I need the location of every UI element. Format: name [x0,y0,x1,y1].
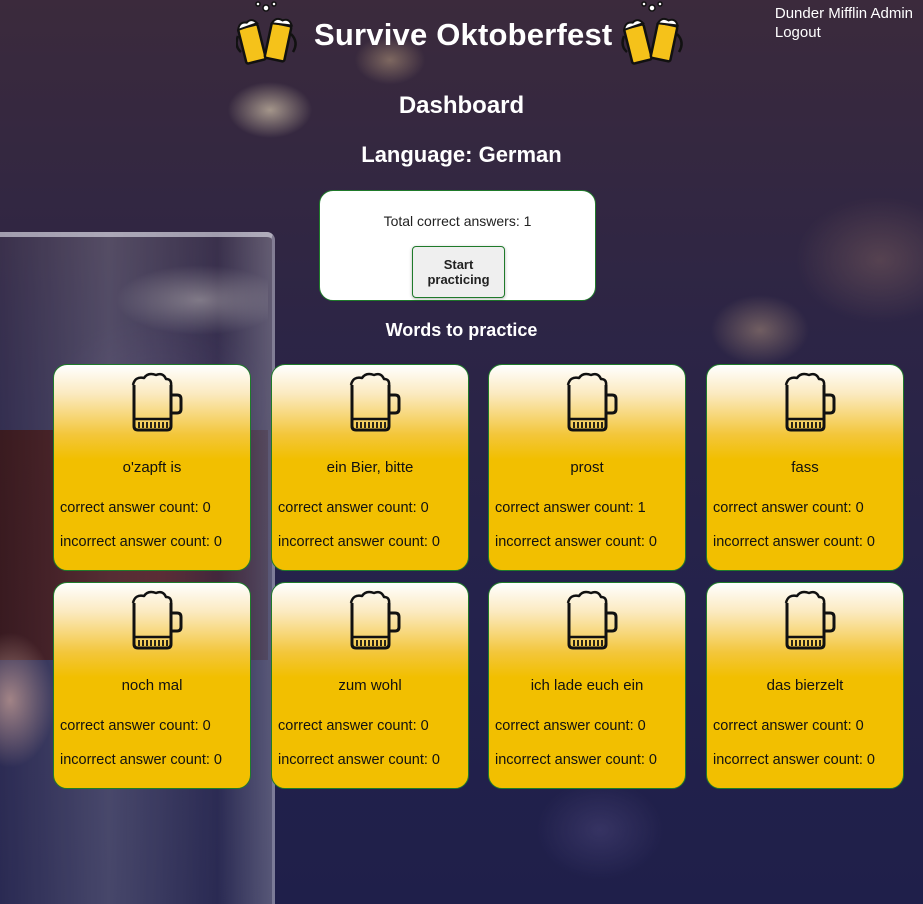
beer-mug-icon [349,372,401,432]
correct-count: correct answer count: 0 [278,500,429,516]
logout-link[interactable]: Logout [775,23,913,42]
beer-mug-icon [131,590,183,650]
correct-count: correct answer count: 1 [495,500,646,516]
word-card[interactable]: o'zapft is correct answer count: 0 incorre… [53,364,251,571]
correct-count: correct answer count: 0 [60,500,211,516]
word-card[interactable]: ein Bier, bitte correct answer count: 0 in… [271,364,469,571]
word-card[interactable]: fass correct answer count: 0 incorrect ans… [706,364,904,571]
word-label: ich lade euch ein [530,677,644,694]
word-label: noch mal [121,677,183,694]
word-label: fass [791,459,819,476]
background-foam [0,240,268,360]
beer-mug-icon [784,590,836,650]
word-card[interactable]: prost correct answer count: 1 incorrect an… [488,364,686,571]
brand[interactable]: Survive Oktoberfest [236,0,694,70]
app-title: Survive Oktoberfest [314,17,613,52]
total-correct-text: Total correct answers: 1 [383,213,532,229]
incorrect-count: incorrect answer count: 0 [278,752,440,768]
incorrect-count: incorrect answer count: 0 [495,752,657,768]
correct-count: correct answer count: 0 [713,500,864,516]
beer-cheers-icon [236,1,297,65]
word-label: zum wohl [338,677,402,694]
page-title: Dashboard [398,92,525,119]
user-name: Dunder Mifflin Admin [774,5,913,22]
summary-panel: Total correct answers: 1 Start practicin… [319,190,596,301]
incorrect-count: incorrect answer count: 0 [495,534,657,550]
word-label: o'zapft is [122,459,182,476]
beer-mug-icon [566,590,618,650]
incorrect-count: incorrect answer count: 0 [713,752,875,768]
word-card[interactable]: ich lade euch ein correct answer count: 0… [488,582,686,789]
incorrect-count: incorrect answer count: 0 [278,534,440,550]
incorrect-count: incorrect answer count: 0 [60,752,222,768]
correct-count: correct answer count: 0 [60,718,211,734]
beer-mug-icon [131,372,183,432]
incorrect-count: incorrect answer count: 0 [60,534,222,550]
word-label: das bierzelt [766,677,844,694]
word-card[interactable]: das bierzelt correct answer count: 0 incor… [706,582,904,789]
words-heading: Words to practice [385,320,538,340]
word-label: ein Bier, bitte [326,459,414,476]
correct-count: correct answer count: 0 [278,718,429,734]
correct-count: correct answer count: 0 [495,718,646,734]
incorrect-count: incorrect answer count: 0 [713,534,875,550]
correct-count: correct answer count: 0 [713,718,864,734]
beer-cheers-icon [621,1,684,65]
word-label: prost [570,459,604,476]
word-card[interactable]: noch mal correct answer count: 0 incorrect… [53,582,251,789]
beer-mug-icon [566,372,618,432]
user-area: Dunder Mifflin Admin Logout [775,4,913,42]
beer-mug-icon [349,590,401,650]
language-heading: Language: German [361,142,562,167]
start-practicing-button[interactable]: Start practicing [412,246,505,298]
word-card[interactable]: zum wohl correct answer count: 0 incorrect… [271,582,469,789]
header: Survive Oktoberfest Dunder Mifflin Admin… [0,0,923,72]
beer-mug-icon [784,372,836,432]
